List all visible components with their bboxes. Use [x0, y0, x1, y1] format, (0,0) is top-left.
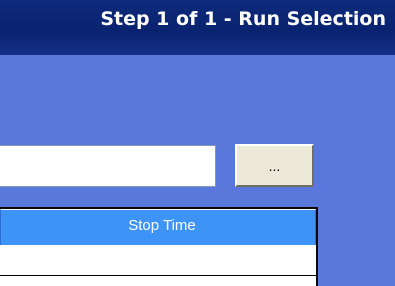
run-path-input[interactable] — [0, 145, 216, 187]
wizard-window: { "wizard": { "step_title": "Step 1 of 1… — [0, 0, 395, 286]
browse-button[interactable]: ... — [235, 144, 314, 187]
table-header: Stop Time — [0, 209, 316, 245]
title-bar: Step 1 of 1 - Run Selection — [0, 0, 395, 55]
column-header-stop-time[interactable]: Stop Time — [9, 210, 315, 244]
table-row[interactable] — [0, 245, 316, 276]
step-title: Step 1 of 1 - Run Selection — [100, 8, 386, 30]
run-table[interactable]: Stop Time — [0, 207, 318, 286]
